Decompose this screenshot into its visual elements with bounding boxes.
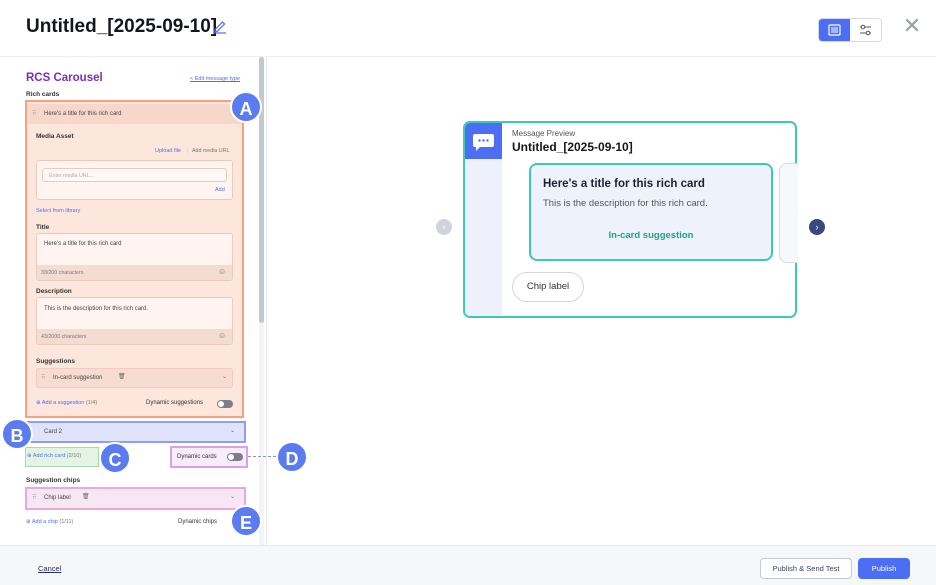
- callout-badge-a: A: [230, 91, 262, 123]
- panel-divider: [266, 57, 267, 545]
- trash-icon[interactable]: 🗑: [118, 373, 126, 380]
- title-value: Here's a title for this rich card: [44, 241, 122, 247]
- edit-title-pencil-icon[interactable]: [212, 18, 228, 34]
- callout-badge-c: C: [99, 442, 131, 474]
- rich-cards-label: Rich cards: [26, 91, 60, 98]
- document-title: Untitled_[2025-09-10]: [26, 16, 218, 37]
- preview-title: Untitled_[2025-09-10]: [512, 140, 633, 154]
- add-suggestion-link[interactable]: ⊕ Add a suggestion (1/4): [36, 400, 97, 406]
- card-2-label: Card 2: [44, 429, 63, 435]
- drag-handle-icon[interactable]: ⠿: [32, 494, 36, 501]
- chat-bubble-icon: [465, 123, 502, 159]
- publish-send-test-button[interactable]: Publish & Send Test: [760, 558, 852, 579]
- carousel-prev-button[interactable]: ‹: [436, 219, 452, 235]
- description-counter: 43/2000 characters: [41, 334, 87, 340]
- trash-icon[interactable]: 🗑: [82, 493, 90, 500]
- media-url-placeholder: Enter media URL...: [49, 173, 95, 179]
- chevron-down-icon[interactable]: ⌄: [230, 427, 235, 434]
- add-media-button[interactable]: Add: [215, 187, 225, 193]
- rich-card-1-title: Here's a title for this rich card: [44, 111, 122, 117]
- suggestion-label: In-card suggestion: [53, 375, 103, 381]
- settings-view-button[interactable]: [850, 19, 881, 41]
- suggestion-chips-label: Suggestion chips: [26, 477, 81, 484]
- cancel-link[interactable]: Cancel: [38, 564, 61, 573]
- dynamic-suggestions-label: Dynamic suggestions: [146, 400, 204, 406]
- description-label: Description: [36, 288, 72, 295]
- drag-handle-icon[interactable]: ⠿: [41, 374, 45, 381]
- chip-label: Chip label: [44, 495, 71, 501]
- callout-connector: [248, 456, 276, 457]
- link-separator: |: [187, 148, 189, 154]
- description-value: This is the description for this rich ca…: [44, 306, 149, 312]
- preview-card-description: This is the description for this rich ca…: [543, 198, 708, 209]
- chevron-down-icon[interactable]: ⌄: [230, 493, 235, 500]
- add-rich-card-label: Add rich card: [32, 453, 66, 459]
- upload-file-link[interactable]: Upload file: [155, 148, 181, 154]
- view-toggle: [818, 18, 882, 42]
- editor-view-button[interactable]: [819, 19, 850, 41]
- add-rich-card-link[interactable]: ⊕ Add rich card (2/10): [27, 453, 81, 459]
- drag-handle-icon[interactable]: ⠿: [32, 110, 36, 117]
- dynamic-suggestions-toggle[interactable]: [217, 400, 233, 408]
- section-title: RCS Carousel: [26, 72, 103, 84]
- title-counter: 33/200 characters: [41, 270, 84, 276]
- callout-badge-e: E: [230, 505, 262, 537]
- rich-card-count: (2/10): [66, 453, 82, 459]
- media-asset-label: Media Asset: [36, 133, 74, 140]
- callout-badge-d: D: [276, 441, 308, 473]
- preview-card-suggestion[interactable]: In-card suggestion: [529, 230, 773, 241]
- suggestion-count: (1/4): [85, 400, 98, 406]
- dynamic-cards-toggle[interactable]: [227, 453, 243, 461]
- publish-button[interactable]: Publish: [858, 558, 910, 579]
- preview-card-title: Here's a title for this rich card: [543, 178, 705, 190]
- dynamic-chips-label: Dynamic chips: [178, 519, 218, 525]
- add-chip-link[interactable]: ⊕ Add a chip (1/11): [26, 519, 73, 525]
- callout-badge-b: B: [1, 418, 33, 450]
- add-chip-label: Add a chip: [31, 519, 58, 525]
- preview-chip[interactable]: Chip label: [512, 272, 584, 302]
- chevron-down-icon[interactable]: ⌄: [222, 373, 227, 380]
- scrollbar-thumb[interactable]: [259, 57, 264, 323]
- close-icon[interactable]: ✕: [902, 15, 922, 37]
- select-from-library-link[interactable]: Select from library: [36, 208, 80, 214]
- edit-message-type-link[interactable]: < Edit message type: [190, 76, 240, 82]
- emoji-icon[interactable]: ☺: [218, 267, 226, 276]
- dynamic-cards-label: Dynamic cards: [177, 454, 217, 460]
- add-media-url-link[interactable]: Add media URL: [192, 148, 229, 154]
- suggestions-label: Suggestions: [36, 358, 76, 365]
- emoji-icon[interactable]: ☺: [218, 331, 226, 340]
- preview-caption: Message Preview: [512, 129, 576, 138]
- title-label: Title: [36, 224, 50, 231]
- chip-count: (1/11): [59, 519, 74, 525]
- next-card-peek: [779, 163, 798, 263]
- carousel-next-button[interactable]: ›: [809, 219, 825, 235]
- add-suggestion-label: Add a suggestion: [41, 400, 85, 406]
